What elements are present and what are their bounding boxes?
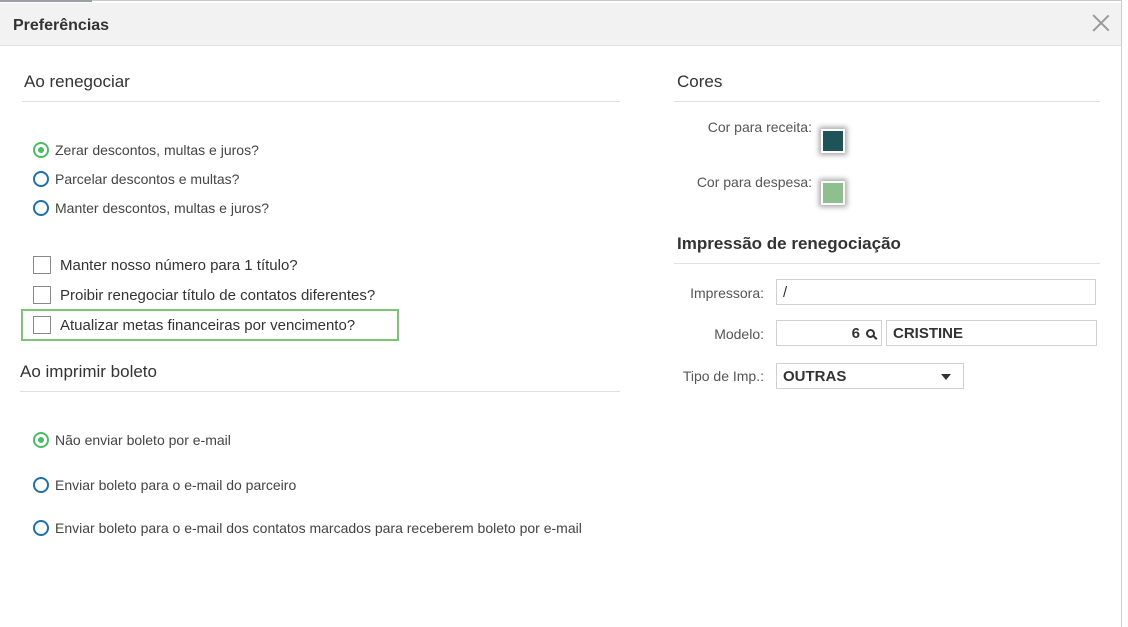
radio-unchecked-icon xyxy=(33,171,49,187)
radio-nao-enviar[interactable]: Não enviar boleto por e-mail xyxy=(33,432,231,448)
tipo-imp-label: Tipo de Imp.: xyxy=(682,368,764,384)
impressora-input[interactable]: / xyxy=(776,279,1096,305)
chevron-down-icon xyxy=(941,374,951,380)
checkbox-label: Atualizar metas financeiras por vencimen… xyxy=(60,316,356,334)
radio-enviar-contatos[interactable]: Enviar boleto para o e-mail dos contatos… xyxy=(33,520,582,536)
checkbox-proibir-renegociar[interactable]: Proibir renegociar título de contatos di… xyxy=(33,286,375,304)
modelo-name-field: CRISTINE xyxy=(886,320,1097,346)
cor-despesa-swatch[interactable] xyxy=(821,181,845,205)
cor-receita-swatch[interactable] xyxy=(821,129,845,153)
modelo-name: CRISTINE xyxy=(893,324,964,342)
checkbox-label: Proibir renegociar título de contatos di… xyxy=(60,286,376,304)
top-border xyxy=(0,0,1121,1)
radio-checked-icon xyxy=(33,432,49,448)
cor-despesa-label: Cor para despesa: xyxy=(696,174,812,190)
section-title-renegociar: Ao renegociar xyxy=(24,72,130,91)
checkbox-atualizar-metas[interactable]: Atualizar metas financeiras por vencimen… xyxy=(33,316,355,334)
checkbox-box xyxy=(33,286,51,304)
radio-manter[interactable]: Manter descontos, multas e juros? xyxy=(33,200,269,216)
section-divider xyxy=(674,263,1100,264)
radio-unchecked-icon xyxy=(33,200,49,216)
radio-parcelar[interactable]: Parcelar descontos e multas? xyxy=(33,171,239,187)
radio-checked-icon xyxy=(33,142,49,158)
radio-enviar-parceiro[interactable]: Enviar boleto para o e-mail do parceiro xyxy=(33,477,296,493)
checkbox-manter-nosso-numero[interactable]: Manter nosso número para 1 título? xyxy=(33,256,298,274)
radio-label: Enviar boleto para o e-mail dos contatos… xyxy=(55,520,582,536)
section-divider xyxy=(20,391,620,392)
radio-unchecked-icon xyxy=(33,477,49,493)
section-divider xyxy=(674,101,1100,102)
checkbox-label: Manter nosso número para 1 título? xyxy=(60,256,298,274)
checkbox-box xyxy=(33,256,51,274)
tipo-imp-value: OUTRAS xyxy=(783,367,847,385)
section-title-boleto: Ao imprimir boleto xyxy=(20,362,157,381)
modelo-code-input[interactable]: 6 xyxy=(776,320,882,346)
search-icon[interactable] xyxy=(866,328,875,338)
radio-unchecked-icon xyxy=(33,520,49,536)
close-icon[interactable] xyxy=(1091,13,1111,33)
top-accent xyxy=(0,0,92,2)
dialog-titlebar: Preferências xyxy=(0,3,1121,46)
impressora-label: Impressora: xyxy=(690,285,764,301)
radio-label: Não enviar boleto por e-mail xyxy=(55,432,231,448)
checkbox-box xyxy=(33,316,51,334)
radio-label: Manter descontos, multas e juros? xyxy=(55,200,269,216)
dialog-title: Preferências xyxy=(13,17,110,34)
cor-receita-label: Cor para receita: xyxy=(707,119,812,135)
radio-label: Zerar descontos, multas e juros? xyxy=(55,142,259,158)
radio-label: Enviar boleto para o e-mail do parceiro xyxy=(55,477,297,493)
preferences-dialog: Preferências Ao renegociar Zerar descont… xyxy=(0,0,1122,627)
tipo-imp-select[interactable]: OUTRAS xyxy=(776,363,964,389)
section-title-impressao: Impressão de renegociação xyxy=(677,234,901,253)
impressora-value: / xyxy=(783,283,788,301)
radio-zerar[interactable]: Zerar descontos, multas e juros? xyxy=(33,142,259,158)
radio-label: Parcelar descontos e multas? xyxy=(55,171,240,187)
section-divider xyxy=(22,101,620,102)
modelo-label: Modelo: xyxy=(714,326,764,342)
section-title-cores: Cores xyxy=(677,72,723,91)
modelo-code: 6 xyxy=(851,324,860,342)
